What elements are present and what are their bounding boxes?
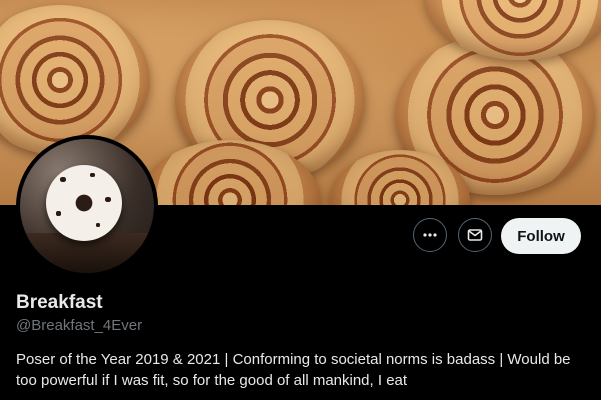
cookie-crumb bbox=[56, 211, 61, 216]
cookie-crumb bbox=[90, 173, 95, 177]
profile-avatar[interactable] bbox=[16, 135, 158, 277]
cookie-crumb bbox=[105, 197, 111, 202]
message-button[interactable] bbox=[458, 218, 492, 252]
profile-handle: @Breakfast_4Ever bbox=[16, 317, 143, 334]
follow-button[interactable]: Follow bbox=[501, 218, 581, 254]
more-horizontal-icon bbox=[423, 233, 437, 237]
envelope-icon bbox=[467, 229, 483, 241]
cookie-crumb bbox=[60, 177, 66, 182]
frosted-donut-shape bbox=[46, 165, 122, 241]
cookie-crumb bbox=[96, 223, 100, 227]
profile-display-name: Breakfast bbox=[16, 292, 103, 313]
profile-bio: Poser of the Year 2019 & 2021 | Conformi… bbox=[16, 351, 571, 389]
more-options-button[interactable] bbox=[413, 218, 447, 252]
profile-page: Follow Breakfast @Breakfast_4Ever Poser … bbox=[0, 0, 601, 400]
